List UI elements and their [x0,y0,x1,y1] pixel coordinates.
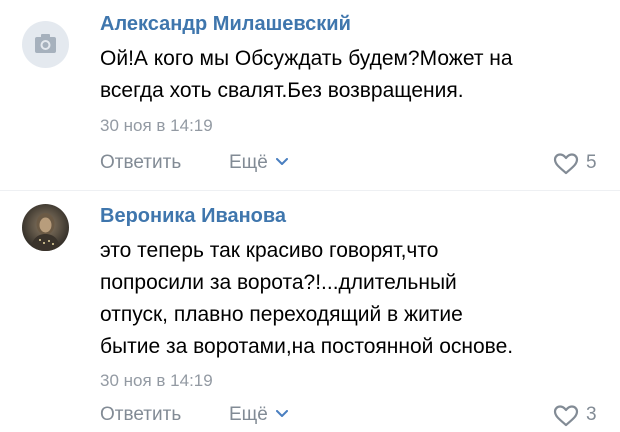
comment-author[interactable]: Вероника Иванова [100,205,286,228]
chevron-down-icon[interactable] [276,410,288,418]
comment-item: Вероника Иванова это теперь так красиво … [0,191,620,428]
comment-item: Александр Милашевский Ой!А кого мы Обсуж… [0,0,620,190]
comment-text: это теперь так красиво говорят,что попро… [100,239,514,358]
user-photo-icon [30,213,61,251]
comment-author[interactable]: Александр Милашевский [100,13,351,36]
reply-button[interactable]: Ответить [100,152,181,174]
comment-time[interactable]: 30 ноя в 14:19 [100,116,213,136]
heart-icon[interactable] [553,153,579,175]
comment-text: Ой!А кого мы Обсуждать будем?Может на вс… [100,47,513,102]
more-button[interactable]: Ещё [229,404,268,426]
avatar[interactable] [22,21,69,68]
comment-time[interactable]: 30 ноя в 14:19 [100,371,213,391]
more-button[interactable]: Ещё [229,152,268,174]
avatar[interactable] [22,204,69,251]
reply-button[interactable]: Ответить [100,404,181,426]
camera-placeholder-icon [35,34,56,53]
heart-icon[interactable] [553,405,579,427]
comment-actions: Ответить Ещё 5 [0,152,620,180]
chevron-down-icon[interactable] [276,158,288,166]
like-count: 5 [586,152,597,173]
like-count: 3 [586,404,597,425]
